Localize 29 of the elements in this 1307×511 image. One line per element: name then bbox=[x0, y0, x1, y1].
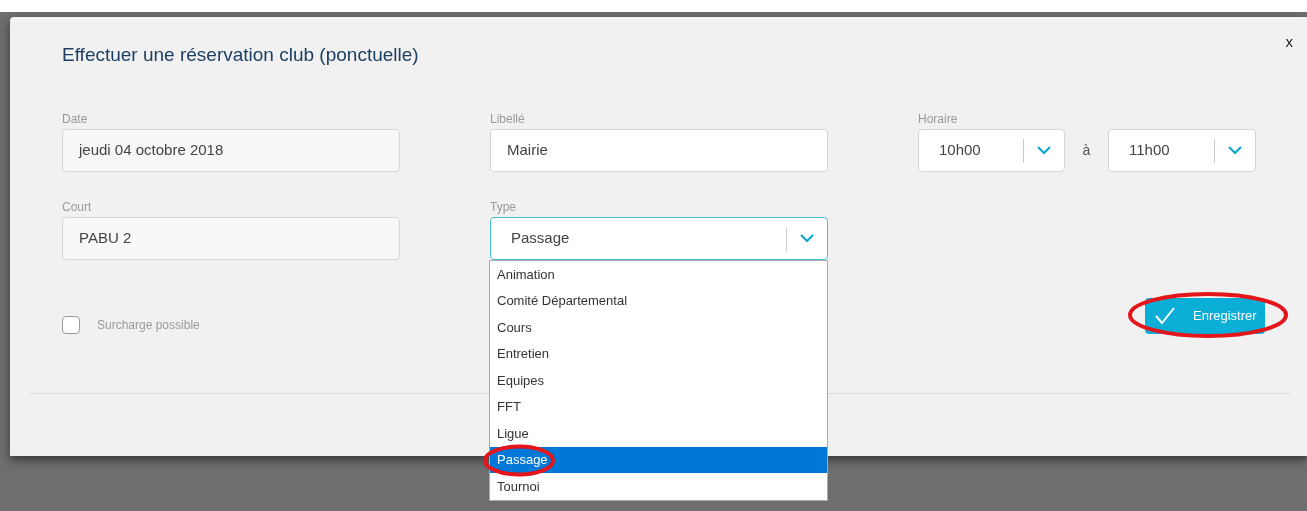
separator-text: à bbox=[1081, 141, 1092, 160]
dropdown-option[interactable]: Cours bbox=[490, 314, 827, 341]
time-select[interactable]: 10h00 bbox=[918, 129, 1065, 172]
close-button[interactable]: x bbox=[1285, 31, 1293, 54]
check-icon bbox=[1155, 307, 1175, 325]
field-label: Libellé bbox=[490, 111, 526, 128]
dropdown-option[interactable]: Ligue bbox=[490, 420, 827, 447]
dropdown-option[interactable]: FFT bbox=[490, 393, 827, 420]
text-field[interactable]: jeudi 04 octobre 2018 bbox=[62, 129, 400, 172]
type-select[interactable]: Passage bbox=[490, 217, 828, 260]
dropdown-option[interactable]: Entretien bbox=[490, 340, 827, 367]
field-label: Type bbox=[490, 199, 517, 216]
dropdown-option[interactable]: Passage bbox=[490, 446, 827, 473]
chevron-down-icon bbox=[800, 234, 814, 243]
dialog-title: Effectuer une réservation club (ponctuelle) bbox=[62, 43, 419, 67]
text-field[interactable]: Mairie bbox=[490, 129, 828, 172]
dropdown-option[interactable]: Tournoi bbox=[490, 473, 827, 500]
field-label: Horaire bbox=[918, 111, 959, 128]
chevron-down-icon bbox=[1037, 146, 1051, 155]
field-label: Court bbox=[62, 199, 93, 216]
checkbox[interactable] bbox=[62, 316, 80, 334]
text-field[interactable]: PABU 2 bbox=[62, 217, 400, 260]
time-select[interactable]: 11h00 bbox=[1108, 129, 1256, 172]
dropdown-option[interactable]: Comité Départemental bbox=[490, 287, 827, 314]
chevron-down-icon bbox=[1228, 146, 1242, 155]
dropdown-option[interactable]: Equipes bbox=[490, 367, 827, 394]
dropdown-option[interactable]: Animation bbox=[490, 261, 827, 288]
checkbox-label: Surcharge possible bbox=[97, 317, 200, 334]
field-label: Date bbox=[62, 111, 89, 128]
